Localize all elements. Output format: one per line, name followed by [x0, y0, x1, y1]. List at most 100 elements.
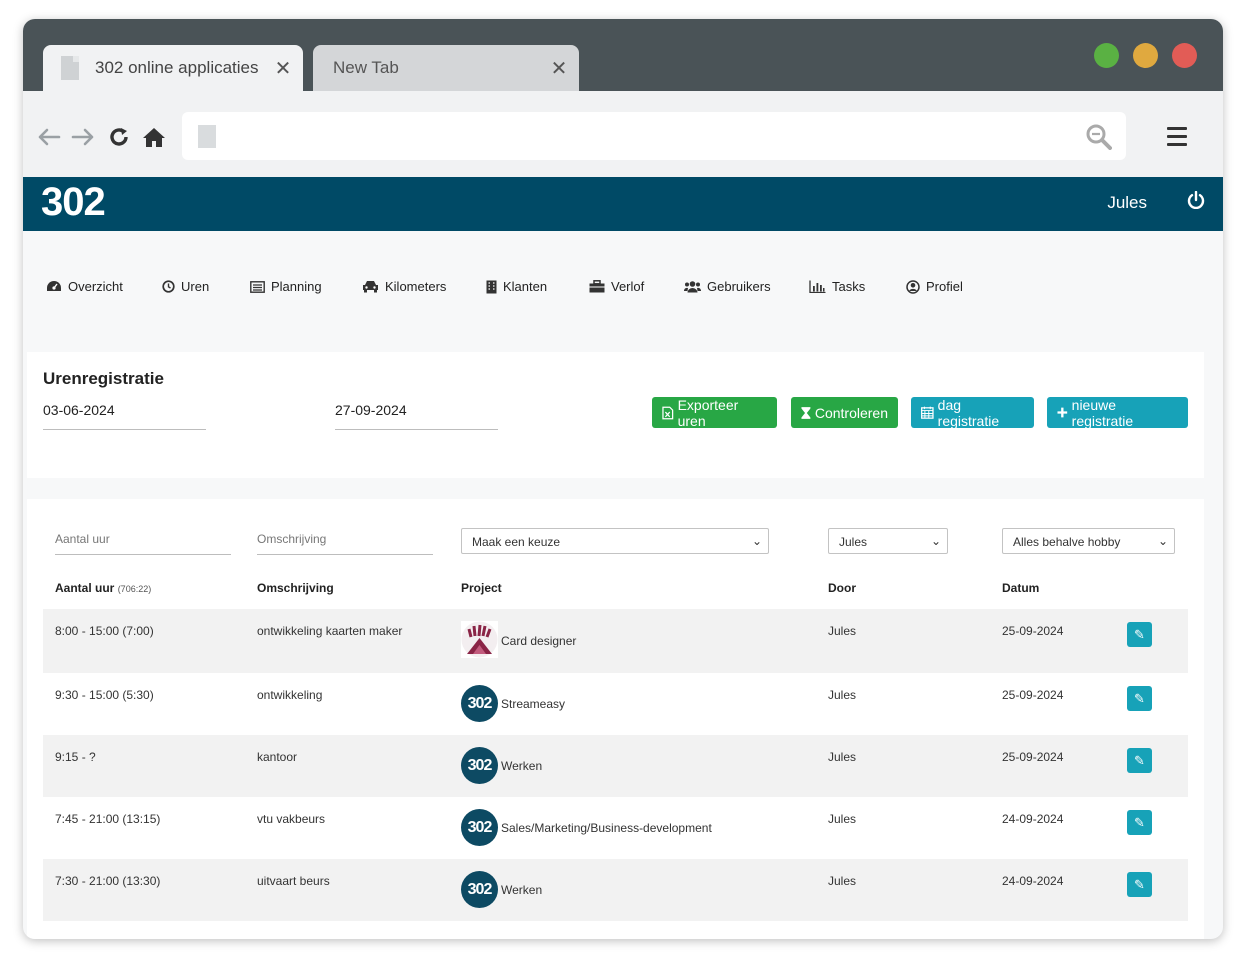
- nav-planning[interactable]: Planning: [250, 279, 322, 294]
- user-name[interactable]: Jules: [1107, 193, 1147, 213]
- table-row[interactable]: 9:30 - 15:00 (5:30) ontwikkeling 302 Str…: [43, 673, 1188, 735]
- type-select[interactable]: Alles behalve hobby ⌄: [1002, 528, 1175, 554]
- date-from-input[interactable]: 03-06-2024: [43, 402, 206, 430]
- excel-file-icon: [662, 406, 674, 419]
- row-date: 24-09-2024: [1002, 812, 1064, 826]
- close-icon[interactable]: ✕: [545, 56, 573, 81]
- forward-arrow-icon[interactable]: [71, 128, 95, 146]
- edit-button[interactable]: ✎: [1127, 872, 1152, 897]
- header-hours-label: Aantal uur: [55, 581, 115, 595]
- chevron-down-icon: ⌄: [1157, 534, 1168, 548]
- nav-label: Overzicht: [68, 279, 123, 294]
- row-date: 25-09-2024: [1002, 750, 1064, 764]
- row-date: 25-09-2024: [1002, 688, 1064, 702]
- company-logo-icon: 302: [461, 747, 498, 784]
- browser-titlebar: 302 online applicaties ✕ New Tab ✕: [23, 19, 1223, 91]
- button-label: Controleren: [814, 404, 888, 421]
- building-icon: [486, 280, 497, 293]
- user-select[interactable]: Jules ⌄: [828, 528, 948, 554]
- row-description: uitvaart beurs: [257, 874, 330, 888]
- hours-filter-input[interactable]: Aantal uur: [55, 532, 231, 555]
- edit-button[interactable]: ✎: [1127, 686, 1152, 711]
- row-by: Jules: [828, 874, 857, 888]
- browser-toolbar: [23, 91, 1223, 177]
- clock-icon: [162, 280, 175, 293]
- address-bar[interactable]: [182, 112, 1126, 160]
- edit-button[interactable]: ✎: [1127, 810, 1152, 835]
- nav-klanten[interactable]: Klanten: [486, 279, 547, 294]
- hours-filter-placeholder: Aantal uur: [55, 532, 110, 546]
- pencil-icon: ✎: [1134, 752, 1145, 768]
- close-window-button[interactable]: [1172, 43, 1197, 68]
- header-hours-total: (706:22): [117, 584, 152, 594]
- row-date: 24-09-2024: [1002, 874, 1064, 888]
- edit-button[interactable]: ✎: [1127, 748, 1152, 773]
- header-hours[interactable]: Aantal uur (706:22): [55, 581, 151, 595]
- company-logo-icon: 302: [461, 871, 498, 908]
- button-label: Exporteer uren: [677, 396, 739, 429]
- browser-tab-new[interactable]: New Tab ✕: [313, 45, 579, 91]
- nav-label: Klanten: [503, 279, 548, 294]
- home-icon[interactable]: [142, 126, 166, 148]
- search-icon[interactable]: [1086, 124, 1112, 150]
- check-button[interactable]: Controleren: [791, 397, 898, 428]
- registrations-table-card: Aantal uur Omschrijving Maak een keuze ⌄…: [27, 499, 1204, 939]
- nav-verlof[interactable]: Verlof: [589, 279, 644, 294]
- card-designer-logo: [461, 621, 498, 658]
- date-to-input[interactable]: 27-09-2024: [335, 402, 498, 430]
- export-hours-button[interactable]: Exporteer uren: [652, 396, 777, 429]
- hamburger-menu-icon[interactable]: [1167, 127, 1187, 151]
- nav-label: Tasks: [832, 279, 866, 294]
- company-logo-icon: 302: [461, 809, 498, 846]
- row-date: 25-09-2024: [1002, 624, 1064, 638]
- back-arrow-icon[interactable]: [37, 128, 61, 146]
- header-date[interactable]: Datum: [1002, 581, 1039, 595]
- nav-label: Planning: [271, 279, 322, 294]
- window-controls: [1094, 43, 1197, 68]
- project-select[interactable]: Maak een keuze ⌄: [461, 528, 769, 554]
- power-icon[interactable]: [1187, 191, 1205, 209]
- pencil-icon: ✎: [1134, 814, 1145, 830]
- nav-tasks[interactable]: Tasks: [809, 279, 865, 294]
- nav-kilometers[interactable]: Kilometers: [362, 279, 446, 294]
- browser-tab-active[interactable]: 302 online applicaties ✕: [43, 45, 303, 91]
- car-icon: [363, 281, 378, 293]
- app-header: 302 Jules: [23, 177, 1223, 231]
- header-by[interactable]: Door: [828, 581, 856, 595]
- description-filter-input[interactable]: Omschrijving: [257, 532, 433, 555]
- row-hours: 9:30 - 15:00 (5:30): [55, 688, 154, 702]
- user-select-value: Jules: [839, 535, 868, 549]
- table-row[interactable]: 7:45 - 21:00 (13:15) vtu vakbeurs 302 Sa…: [43, 797, 1188, 859]
- row-description: ontwikkeling: [257, 688, 323, 702]
- header-description[interactable]: Omschrijving: [257, 581, 334, 595]
- nav-profiel[interactable]: Profiel: [906, 279, 963, 294]
- row-project: Werken: [501, 883, 543, 897]
- row-hours: 7:45 - 21:00 (13:15): [55, 812, 161, 826]
- table-row[interactable]: 7:30 - 21:00 (13:30) uitvaart beurs 302 …: [43, 859, 1188, 921]
- page-title: Urenregistratie: [43, 369, 164, 388]
- table-row[interactable]: 9:15 - ? kantoor 302 Werken Jules 25-09-…: [43, 735, 1188, 797]
- day-registration-button[interactable]: dag registratie: [911, 397, 1034, 429]
- maximize-button[interactable]: [1094, 43, 1119, 68]
- company-logo-icon: 302: [461, 685, 498, 722]
- row-hours: 9:15 - ?: [55, 750, 96, 764]
- reload-icon[interactable]: [108, 126, 130, 148]
- calendar-list-icon: [250, 280, 265, 293]
- header-project[interactable]: Project: [461, 581, 502, 595]
- nav-uren[interactable]: Uren: [162, 279, 209, 294]
- minimize-button[interactable]: [1133, 43, 1158, 68]
- nav-overzicht[interactable]: Overzicht: [46, 279, 123, 294]
- card-designer-logo-image: [461, 621, 498, 658]
- nav-gebruikers[interactable]: Gebruikers: [684, 279, 771, 294]
- app-logo[interactable]: 302: [41, 180, 106, 225]
- row-by: Jules: [828, 812, 857, 826]
- new-registration-button[interactable]: nieuwe registratie: [1047, 397, 1188, 429]
- pencil-icon: ✎: [1134, 876, 1145, 892]
- edit-button[interactable]: ✎: [1127, 622, 1152, 647]
- company-logo-text: 302: [467, 818, 493, 836]
- row-description: kantoor: [257, 750, 298, 764]
- table-row[interactable]: 8:00 - 15:00 (7:00) ontwikkeling kaarten…: [43, 609, 1188, 673]
- pencil-icon: ✎: [1134, 690, 1145, 706]
- close-icon[interactable]: ✕: [269, 56, 297, 81]
- page-icon: [198, 125, 216, 148]
